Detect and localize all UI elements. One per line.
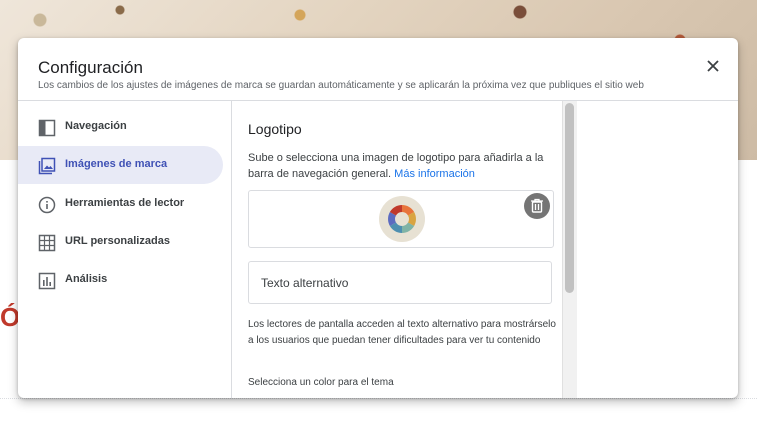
- section-description: Sube o selecciona una imagen de logotipo…: [248, 150, 553, 182]
- branding-settings-panel: Logotipo Sube o selecciona una imagen de…: [232, 101, 562, 398]
- sidebar-item-label: Análisis: [65, 273, 108, 285]
- background-heading: Ó: [0, 302, 20, 332]
- close-icon: [707, 60, 719, 72]
- alt-text-input[interactable]: [248, 261, 552, 304]
- bar-chart-icon: [38, 272, 56, 290]
- sidebar-item-navegacion[interactable]: Navegación: [18, 108, 223, 146]
- image-icon: [38, 157, 56, 175]
- sidebar-item-label: URL personalizadas: [65, 235, 170, 247]
- logo-upload-area[interactable]: [248, 190, 554, 248]
- sidebar-item-label: Imágenes de marca: [65, 158, 168, 170]
- sidebar-item-url-personalizadas[interactable]: URL personalizadas: [18, 223, 223, 261]
- delete-logo-button[interactable]: [524, 193, 550, 219]
- dialog-header: Configuración Los cambios de los ajustes…: [18, 38, 738, 101]
- section-title: Logotipo: [248, 121, 302, 137]
- navigation-layout-icon: [38, 119, 56, 137]
- sidebar-item-herramientas-de-lector[interactable]: Herramientas de lector: [18, 185, 223, 223]
- settings-sidebar: Navegación Imágenes de marca Herramienta…: [18, 101, 232, 398]
- settings-dialog: Configuración Los cambios de los ajustes…: [18, 38, 738, 398]
- dialog-subtitle: Los cambios de los ajustes de imágenes d…: [38, 80, 644, 91]
- more-info-link[interactable]: Más información: [394, 168, 475, 180]
- info-icon: [38, 196, 56, 214]
- sidebar-item-imagenes-de-marca[interactable]: Imágenes de marca: [18, 146, 223, 184]
- logo-image[interactable]: [379, 196, 425, 242]
- panel-scrollbar[interactable]: [562, 101, 577, 398]
- close-button[interactable]: [703, 56, 723, 76]
- sidebar-item-analisis[interactable]: Análisis: [18, 261, 223, 299]
- table-grid-icon: [38, 234, 56, 252]
- sidebar-item-label: Herramientas de lector: [65, 197, 185, 209]
- scrollbar-thumb[interactable]: [565, 103, 574, 293]
- trash-icon: [531, 198, 543, 213]
- background-divider: [0, 398, 757, 399]
- alt-text-help: Los lectores de pantalla acceden al text…: [248, 319, 556, 346]
- dialog-title: Configuración: [38, 58, 143, 77]
- theme-color-label: Selecciona un color para el tema: [248, 377, 394, 388]
- sidebar-item-label: Navegación: [65, 120, 127, 132]
